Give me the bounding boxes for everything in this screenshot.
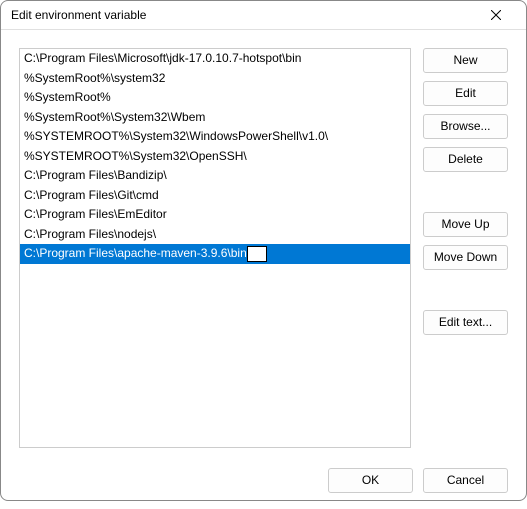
inline-edit-input[interactable] (247, 246, 267, 262)
cancel-button[interactable]: Cancel (423, 468, 508, 493)
dialog-content: C:\Program Files\Microsoft\jdk-17.0.10.7… (1, 30, 526, 458)
button-column: New Edit Browse... Delete Move Up Move D… (423, 48, 508, 448)
new-button[interactable]: New (423, 48, 508, 73)
list-item[interactable]: C:\Program Files\EmEditor (20, 205, 410, 225)
list-item[interactable]: %SYSTEMROOT%\System32\WindowsPowerShell\… (20, 127, 410, 147)
list-item[interactable]: C:\Program Files\Git\cmd (20, 186, 410, 206)
list-item[interactable]: C:\Program Files\apache-maven-3.9.6\bin (20, 244, 410, 264)
list-item[interactable]: C:\Program Files\Bandizip\ (20, 166, 410, 186)
browse-button[interactable]: Browse... (423, 114, 508, 139)
move-down-button[interactable]: Move Down (423, 245, 508, 270)
list-item[interactable]: C:\Program Files\Microsoft\jdk-17.0.10.7… (20, 49, 410, 69)
titlebar: Edit environment variable (1, 1, 526, 30)
move-up-button[interactable]: Move Up (423, 212, 508, 237)
window-title: Edit environment variable (11, 8, 476, 22)
ok-button[interactable]: OK (328, 468, 413, 493)
list-item[interactable]: %SystemRoot%\System32\Wbem (20, 108, 410, 128)
edit-button[interactable]: Edit (423, 81, 508, 106)
dialog-footer: OK Cancel (1, 458, 526, 509)
edit-text-button[interactable]: Edit text... (423, 310, 508, 335)
list-item[interactable]: %SYSTEMROOT%\System32\OpenSSH\ (20, 147, 410, 167)
list-item[interactable]: %SystemRoot%\system32 (20, 69, 410, 89)
path-list[interactable]: C:\Program Files\Microsoft\jdk-17.0.10.7… (19, 48, 411, 448)
list-item[interactable]: %SystemRoot% (20, 88, 410, 108)
list-item[interactable]: C:\Program Files\nodejs\ (20, 225, 410, 245)
spacer (423, 278, 508, 302)
close-icon (491, 10, 501, 20)
spacer (423, 180, 508, 204)
delete-button[interactable]: Delete (423, 147, 508, 172)
close-button[interactable] (476, 1, 516, 29)
